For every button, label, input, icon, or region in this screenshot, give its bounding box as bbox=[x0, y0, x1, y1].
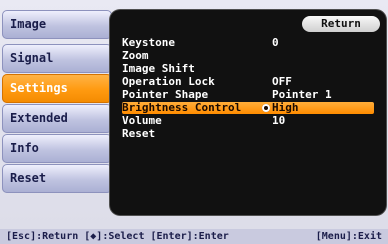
setting-row-pointer-shape[interactable]: Pointer Shape Pointer 1 bbox=[122, 89, 374, 101]
setting-value-text: High bbox=[272, 101, 299, 114]
setting-row-volume[interactable]: Volume 10 bbox=[122, 115, 374, 127]
setting-value: 10 bbox=[272, 114, 286, 127]
setting-row-operation-lock[interactable]: Operation Lock OFF bbox=[122, 76, 374, 88]
setting-value: 0 bbox=[272, 36, 279, 49]
menu-item-label: Reset bbox=[10, 171, 47, 185]
setting-label: Volume bbox=[122, 114, 162, 127]
setting-label: Operation Lock bbox=[122, 75, 215, 88]
settings-panel: Return Keystone 0 Zoom Image Shift Opera… bbox=[110, 10, 386, 215]
setting-row-reset[interactable]: Reset bbox=[122, 128, 374, 140]
setting-row-zoom[interactable]: Zoom bbox=[122, 50, 374, 62]
setting-label: Brightness Control bbox=[122, 101, 242, 114]
menu-item-label: Image bbox=[10, 17, 47, 31]
setting-row-brightness-control[interactable]: Brightness Control High bbox=[122, 102, 374, 114]
radio-selected-icon bbox=[262, 104, 270, 112]
setting-label: Zoom bbox=[122, 49, 149, 62]
menu-item-label: Extended bbox=[10, 111, 68, 125]
projector-menu-screen: Image Signal Settings Extended Info Rese… bbox=[0, 0, 388, 244]
setting-row-keystone[interactable]: Keystone 0 bbox=[122, 37, 374, 49]
menu-item-signal[interactable]: Signal bbox=[2, 44, 112, 73]
menu-item-reset[interactable]: Reset bbox=[2, 164, 112, 193]
setting-value: Pointer 1 bbox=[272, 88, 332, 101]
setting-label: Pointer Shape bbox=[122, 88, 209, 101]
menu-item-extended[interactable]: Extended bbox=[2, 104, 112, 133]
setting-row-image-shift[interactable]: Image Shift bbox=[122, 63, 374, 75]
footer-exit-hint: [Menu]:Exit bbox=[315, 231, 382, 242]
footer-bar: [Esc]:Return [◆]:Select [Enter]:Enter [M… bbox=[0, 229, 388, 244]
menu-item-info[interactable]: Info bbox=[2, 134, 112, 163]
menu-item-label: Info bbox=[10, 141, 39, 155]
menu-item-label: Signal bbox=[10, 51, 54, 65]
menu-item-image[interactable]: Image bbox=[2, 10, 112, 39]
menu-item-settings[interactable]: Settings bbox=[2, 74, 112, 103]
setting-label: Reset bbox=[122, 127, 156, 140]
return-button[interactable]: Return bbox=[302, 16, 380, 32]
setting-value: OFF bbox=[272, 75, 292, 88]
setting-label: Keystone bbox=[122, 36, 175, 49]
menu-item-label: Settings bbox=[10, 81, 68, 95]
setting-value: High bbox=[262, 101, 299, 114]
footer-hint: [Esc]:Return [◆]:Select [Enter]:Enter bbox=[6, 231, 229, 242]
setting-label: Image Shift bbox=[122, 62, 195, 75]
